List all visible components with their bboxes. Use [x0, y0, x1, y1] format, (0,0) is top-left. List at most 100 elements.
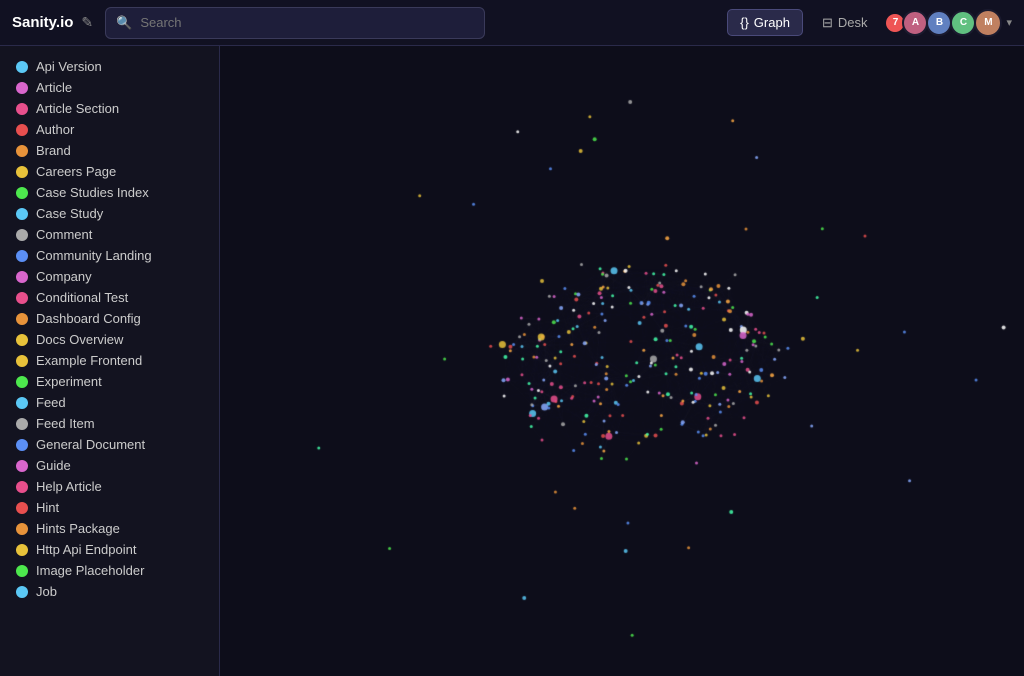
legend-label: Experiment [36, 374, 102, 389]
legend-label: Image Placeholder [36, 563, 144, 578]
legend-dot [16, 124, 28, 136]
graph-button[interactable]: {} Graph [727, 9, 803, 36]
legend-dot [16, 61, 28, 73]
search-icon: 🔍 [116, 15, 132, 31]
main: Api Version Article Article Section Auth… [0, 46, 1024, 676]
legend-dot [16, 82, 28, 94]
legend-label: Dashboard Config [36, 311, 141, 326]
legend-label: Conditional Test [36, 290, 128, 305]
legend-label: Example Frontend [36, 353, 142, 368]
legend-item[interactable]: Conditional Test [0, 287, 219, 308]
legend-label: Hints Package [36, 521, 120, 536]
legend-dot [16, 544, 28, 556]
legend-label: Api Version [36, 59, 102, 74]
legend-dot [16, 271, 28, 283]
legend-item[interactable]: Case Studies Index [0, 182, 219, 203]
legend-item[interactable]: Docs Overview [0, 329, 219, 350]
legend-label: Case Studies Index [36, 185, 149, 200]
legend-label: Company [36, 269, 92, 284]
legend-item[interactable]: Experiment [0, 371, 219, 392]
legend-label: Article [36, 80, 72, 95]
search-input[interactable] [140, 15, 474, 30]
graph-curly-icon: {} [740, 15, 749, 30]
avatar: B [926, 10, 952, 36]
legend-dot [16, 397, 28, 409]
legend-label: Docs Overview [36, 332, 123, 347]
legend-dot [16, 334, 28, 346]
legend-label: Case Study [36, 206, 103, 221]
legend-dot [16, 229, 28, 241]
logo-area: Sanity.io ✎ [12, 14, 93, 31]
legend-dot [16, 355, 28, 367]
legend-dot [16, 208, 28, 220]
legend-dot [16, 502, 28, 514]
legend-label: Guide [36, 458, 71, 473]
legend-label: Hint [36, 500, 59, 515]
avatar-main: M [974, 9, 1002, 37]
chevron-down-icon[interactable]: ▾ [1006, 16, 1012, 29]
search-bar[interactable]: 🔍 [105, 7, 485, 39]
legend-item[interactable]: Dashboard Config [0, 308, 219, 329]
legend-item[interactable]: Job [0, 581, 219, 602]
legend-item[interactable]: Author [0, 119, 219, 140]
legend-dot [16, 103, 28, 115]
desk-label: Desk [838, 15, 868, 30]
legend-dot [16, 586, 28, 598]
legend-label: Author [36, 122, 74, 137]
legend-label: General Document [36, 437, 145, 452]
legend-item[interactable]: Brand [0, 140, 219, 161]
legend-item[interactable]: Company [0, 266, 219, 287]
legend-label: Article Section [36, 101, 119, 116]
legend-label: Http Api Endpoint [36, 542, 136, 557]
legend-label: Brand [36, 143, 71, 158]
legend-dot [16, 418, 28, 430]
legend-item[interactable]: Article Section [0, 98, 219, 119]
legend-item[interactable]: Image Placeholder [0, 560, 219, 581]
header: Sanity.io ✎ 🔍 {} Graph ⊟ Desk 7 A B C M … [0, 0, 1024, 46]
legend-dot [16, 166, 28, 178]
graph-canvas [220, 46, 1024, 676]
legend-item[interactable]: Http Api Endpoint [0, 539, 219, 560]
legend-dot [16, 523, 28, 535]
legend-dot [16, 460, 28, 472]
legend-label: Job [36, 584, 57, 599]
legend-dot [16, 292, 28, 304]
legend-dot [16, 481, 28, 493]
legend-item[interactable]: Help Article [0, 476, 219, 497]
graph-area[interactable] [220, 46, 1024, 676]
legend-label: Feed [36, 395, 66, 410]
legend-item[interactable]: Case Study [0, 203, 219, 224]
legend-item[interactable]: Careers Page [0, 161, 219, 182]
legend-label: Community Landing [36, 248, 152, 263]
legend-item[interactable]: Community Landing [0, 245, 219, 266]
legend-item[interactable]: Example Frontend [0, 350, 219, 371]
legend-item[interactable]: Feed Item [0, 413, 219, 434]
avatar: A [902, 10, 928, 36]
legend-label: Careers Page [36, 164, 116, 179]
legend-label: Comment [36, 227, 92, 242]
legend-item[interactable]: Hint [0, 497, 219, 518]
legend-item[interactable]: Feed [0, 392, 219, 413]
legend-label: Feed Item [36, 416, 95, 431]
user-area[interactable]: 7 A B C M ▾ [886, 9, 1012, 37]
legend-item[interactable]: Article [0, 77, 219, 98]
legend-dot [16, 565, 28, 577]
edit-icon[interactable]: ✎ [81, 14, 93, 31]
legend-item[interactable]: Api Version [0, 56, 219, 77]
graph-label: Graph [754, 15, 790, 30]
desk-button[interactable]: ⊟ Desk [809, 9, 881, 37]
legend-dot [16, 250, 28, 262]
legend-item[interactable]: Comment [0, 224, 219, 245]
legend-item[interactable]: Guide [0, 455, 219, 476]
logo: Sanity.io [12, 14, 73, 31]
desk-icon: ⊟ [822, 15, 833, 31]
legend-dot [16, 313, 28, 325]
legend-item[interactable]: General Document [0, 434, 219, 455]
sidebar: Api Version Article Article Section Auth… [0, 46, 220, 676]
legend-dot [16, 439, 28, 451]
legend-dot [16, 376, 28, 388]
legend-label: Help Article [36, 479, 102, 494]
legend-dot [16, 187, 28, 199]
nav-buttons: {} Graph ⊟ Desk 7 A B C M ▾ [727, 9, 1012, 37]
legend-item[interactable]: Hints Package [0, 518, 219, 539]
